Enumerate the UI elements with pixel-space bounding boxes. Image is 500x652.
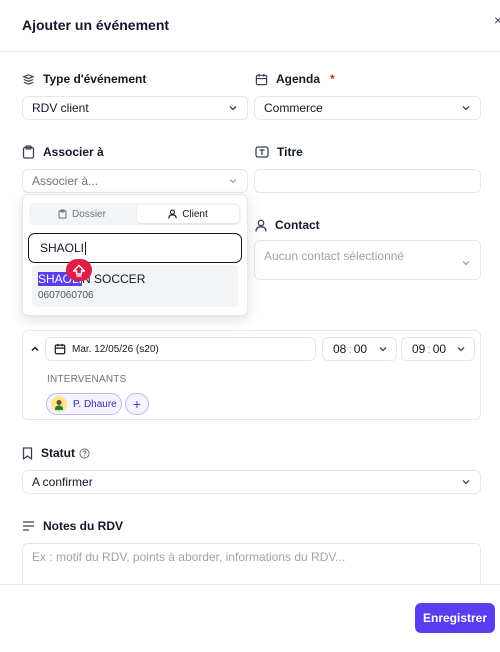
start-hour: 08 <box>333 342 347 356</box>
time-separator: : <box>348 342 352 356</box>
type-evenement-select[interactable]: RDV client <box>22 96 248 120</box>
save-button[interactable]: Enregistrer <box>415 603 495 633</box>
intervenants-title: INTERVENANTS <box>47 374 127 385</box>
titre-label: Titre <box>255 145 303 159</box>
start-time-field[interactable]: 08:00 <box>322 337 397 361</box>
dialog-header: Ajouter un événement × <box>0 0 500 52</box>
clipboard-icon <box>22 145 35 159</box>
agenda-label-text: Agenda <box>276 72 321 86</box>
date-value: Mar. 12/05/26 (s20) <box>72 343 159 355</box>
statut-label-text: Statut <box>41 446 75 460</box>
start-minute: 00 <box>353 342 368 356</box>
titre-input[interactable] <box>254 169 481 193</box>
tab-client-label: Client <box>182 208 208 220</box>
dialog-title: Ajouter un événement <box>22 17 170 33</box>
clipboard-icon <box>58 209 67 219</box>
notes-label-text: Notes du RDV <box>43 519 124 533</box>
statut-label: Statut <box>22 446 90 460</box>
intervenant-name: P. Dhaure <box>73 398 117 410</box>
type-evenement-label: Type d'événement <box>22 72 146 86</box>
end-hour: 09 <box>412 342 426 356</box>
contact-select[interactable]: Aucun contact sélectionné <box>254 240 481 280</box>
tab-client[interactable]: Client <box>137 205 239 223</box>
contact-label-text: Contact <box>275 218 320 232</box>
avatar <box>51 396 67 412</box>
layers-icon <box>22 73 35 85</box>
align-left-icon <box>23 521 34 531</box>
user-icon <box>168 209 178 219</box>
calendar-icon <box>54 343 66 355</box>
chevron-down-icon <box>462 261 470 266</box>
time-slot: Mar. 12/05/26 (s20) 08:00 09:00 INTERVEN… <box>22 330 481 420</box>
association-search-input[interactable]: SHAOLI <box>28 233 242 263</box>
contact-placeholder: Aucun contact sélectionné <box>264 249 405 263</box>
help-circle-icon[interactable] <box>79 447 90 459</box>
associer-label-text: Associer à <box>43 145 104 159</box>
contact-label: Contact <box>255 218 320 232</box>
close-icon[interactable]: × <box>494 12 500 28</box>
dialog-footer: Enregistrer <box>0 584 500 652</box>
chevron-down-icon <box>379 347 387 352</box>
plus-icon: + <box>132 396 142 412</box>
associer-select[interactable]: Associer à... <box>22 169 248 193</box>
time-separator: : <box>427 342 431 356</box>
chevron-down-icon <box>457 347 465 352</box>
agenda-label: Agenda * <box>255 72 335 86</box>
end-minute: 00 <box>432 342 447 356</box>
association-type-toggle: Dossier Client <box>29 203 241 225</box>
intervenant-chip[interactable]: P. Dhaure <box>46 393 122 415</box>
chevron-down-icon <box>229 106 237 111</box>
tab-dossier-label: Dossier <box>72 208 106 220</box>
user-icon <box>255 219 267 232</box>
notes-label: Notes du RDV <box>22 519 123 533</box>
required-mark: * <box>330 72 335 86</box>
agenda-value: Commerce <box>264 101 323 115</box>
text-cursor-icon <box>255 146 269 158</box>
search-value: SHAOLI <box>40 241 85 255</box>
end-time-field[interactable]: 09:00 <box>401 337 475 361</box>
chevron-up-icon[interactable] <box>29 343 41 355</box>
notes-textarea[interactable]: Ex : motif du RDV, points à aborder, inf… <box>22 543 481 588</box>
chevron-down-icon <box>462 480 470 485</box>
chevron-down-icon <box>229 179 237 184</box>
end-time-value: 09:00 <box>410 342 450 356</box>
statut-select[interactable]: A confirmer <box>22 470 481 494</box>
bookmark-icon <box>22 446 33 460</box>
associer-placeholder: Associer à... <box>32 174 99 188</box>
shift-arrow-icon <box>66 259 92 281</box>
result-name: SHAOLIN SOCCER <box>38 272 145 286</box>
agenda-select[interactable]: Commerce <box>254 96 481 120</box>
tab-dossier[interactable]: Dossier <box>31 205 133 223</box>
calendar-icon <box>255 73 268 85</box>
type-evenement-value: RDV client <box>32 101 89 115</box>
chevron-down-icon <box>462 106 470 111</box>
result-name-rest: N SOCCER <box>82 272 146 286</box>
result-phone: 0607060706 <box>38 290 94 301</box>
result-item[interactable]: SHAOLIN SOCCER 0607060706 <box>32 265 238 307</box>
notes-placeholder: Ex : motif du RDV, points à aborder, inf… <box>32 550 346 564</box>
associer-label: Associer à <box>22 145 104 159</box>
start-time-value: 08:00 <box>331 342 372 356</box>
add-intervenant-button[interactable]: + <box>125 393 149 415</box>
text-caret <box>85 241 87 255</box>
date-field[interactable]: Mar. 12/05/26 (s20) <box>45 337 316 361</box>
statut-value: A confirmer <box>32 475 93 489</box>
association-dropdown: Dossier Client SHAOLI SHAOLIN SOCCER 060… <box>22 194 248 316</box>
type-evenement-label-text: Type d'événement <box>43 72 147 86</box>
titre-label-text: Titre <box>277 145 303 159</box>
